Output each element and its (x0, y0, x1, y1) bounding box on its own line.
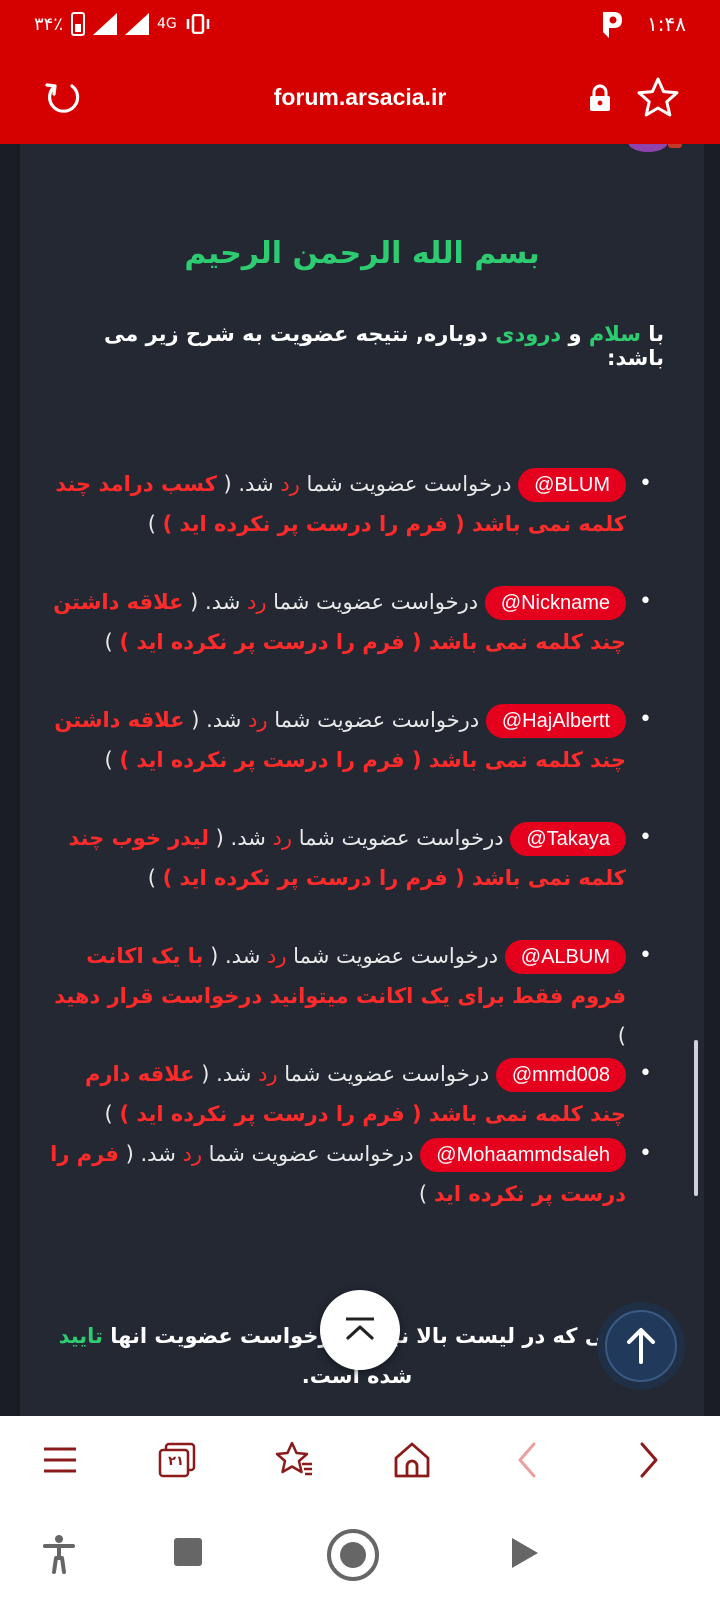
list-item: • @Nickname درخواست عضویت شما رد شد. ( ع… (50, 582, 652, 700)
list-item: • @HajAlbertt درخواست عضویت شما رد شد. (… (50, 700, 652, 818)
intro-doroodi: درودی (495, 322, 562, 346)
user-mention[interactable]: @HajAlbertt (485, 704, 626, 738)
home-icon[interactable] (390, 1438, 434, 1482)
bullet: • (639, 1061, 652, 1086)
done-word: شد. ( (190, 590, 241, 614)
url-field[interactable]: forum.arsacia.ir (0, 84, 720, 111)
rejected-word: رد (280, 472, 300, 496)
request-text: درخواست عضویت شما (274, 708, 480, 732)
forward-arrow-icon[interactable] (626, 1438, 670, 1482)
user-mention[interactable]: @Mohaammdsaleh (420, 1138, 626, 1172)
tabs-button[interactable]: ۲۱ (156, 1438, 200, 1482)
rejected-word: رد (266, 944, 287, 968)
rejected-word: رد (248, 708, 268, 732)
outro-approved: تایید (58, 1324, 103, 1348)
close-paren: ) (104, 748, 113, 772)
tab-count: ۲۱ (168, 1454, 184, 1469)
reaction-icons-fragment (628, 144, 682, 152)
done-word: شد. ( (125, 1142, 176, 1166)
accessibility-icon[interactable] (42, 1534, 76, 1574)
rejected-word: رد (246, 590, 267, 614)
close-paren: ) (617, 1024, 626, 1048)
vibrate-icon (186, 14, 210, 34)
browser-bottom-bar: ۲۱ (0, 1416, 720, 1506)
clock: ۱:۴۸ (647, 12, 686, 36)
user-mention[interactable]: @BLUM (518, 468, 626, 502)
result-list: • @BLUM درخواست عضویت شما رد شد. ( کسب د… (50, 464, 652, 1214)
list-item: • @mmd008 درخواست عضویت شما رد شد. ( علا… (50, 1054, 652, 1134)
browser-toolbar: forum.arsacia.ir (0, 52, 720, 144)
intro-text-1: با (648, 322, 664, 346)
request-text: درخواست عضویت شما (273, 590, 479, 614)
arrow-up-icon (627, 1328, 655, 1364)
user-mention[interactable]: @ALBUM (504, 940, 626, 974)
system-nav-bar (0, 1506, 720, 1600)
rejected-word: رد (182, 1142, 202, 1166)
status-bar: ۳۴٪ 4G ۱:۴۸ (0, 0, 720, 52)
back-arrow-icon[interactable] (506, 1438, 550, 1482)
done-word: شد. ( (223, 472, 274, 496)
close-paren: ) (418, 1182, 428, 1206)
user-mention[interactable]: @mmd008 (495, 1058, 626, 1092)
chevron-up-bar-icon (346, 1317, 374, 1340)
bullet: • (639, 943, 652, 968)
intro-salam: سلام (588, 322, 641, 346)
user-mention[interactable]: @Takaya (510, 822, 626, 856)
list-item: • @Mohaammdsaleh درخواست عضویت شما رد شد… (50, 1134, 652, 1214)
signal-icon (93, 13, 118, 35)
request-text: درخواست عضویت شما (306, 472, 512, 496)
back-triangle-icon[interactable] (510, 1536, 540, 1570)
bullet: • (639, 1141, 652, 1166)
request-text: درخواست عضویت شما (284, 1062, 490, 1086)
recents-square-icon[interactable] (172, 1536, 204, 1568)
list-item: • @BLUM درخواست عضویت شما رد شد. ( کسب د… (50, 464, 652, 582)
list-item: • @ALBUM درخواست عضویت شما رد شد. ( با ی… (50, 936, 652, 1054)
post-content: بسم الله الرحمن الرحیم با سلام و درودی د… (20, 144, 704, 1416)
rejected-word: رد (272, 826, 293, 850)
post-heading: بسم الله الرحمن الرحیم (184, 236, 540, 271)
request-text: درخواست عضویت شما (293, 944, 499, 968)
bullet: • (639, 707, 652, 732)
done-word: شد. ( (201, 1062, 252, 1086)
close-paren: ) (147, 866, 156, 890)
network-type: 4G (157, 16, 177, 32)
done-word: شد. ( (210, 944, 261, 968)
battery-icon (71, 12, 86, 36)
done-word: شد. ( (191, 708, 242, 732)
bookmark-star-icon[interactable] (636, 76, 680, 120)
scroll-to-top-button[interactable] (320, 1290, 400, 1370)
home-circle-icon[interactable] (326, 1528, 380, 1582)
request-text: درخواست عضویت شما (298, 826, 504, 850)
bullet: • (639, 589, 652, 614)
scroll-up-fab[interactable] (597, 1302, 685, 1390)
intro-text-2: و (568, 322, 582, 346)
rejected-word: رد (258, 1062, 278, 1086)
lock-icon[interactable] (588, 84, 612, 112)
user-mention[interactable]: @Nickname (484, 586, 626, 620)
status-left: ۳۴٪ 4G (34, 12, 211, 36)
request-text: درخواست عضویت شما (208, 1142, 414, 1166)
close-paren: ) (104, 630, 113, 654)
signal-icon-2 (125, 13, 150, 35)
list-item: • @Takaya درخواست عضویت شما رد شد. ( لید… (50, 818, 652, 936)
close-paren: ) (147, 512, 156, 536)
close-paren: ) (104, 1102, 113, 1126)
bullet: • (639, 471, 652, 496)
menu-icon[interactable] (38, 1438, 82, 1482)
done-word: شد. ( (215, 826, 266, 850)
battery-percent: ۳۴٪ (34, 13, 64, 35)
bookmarks-star-icon[interactable] (272, 1438, 316, 1482)
page-scrollbar[interactable] (694, 1040, 698, 1196)
post-intro: با سلام و درودی دوباره, نتیجه عضویت به ش… (50, 322, 664, 370)
notification-app-icon (603, 12, 622, 38)
bullet: • (639, 825, 652, 850)
